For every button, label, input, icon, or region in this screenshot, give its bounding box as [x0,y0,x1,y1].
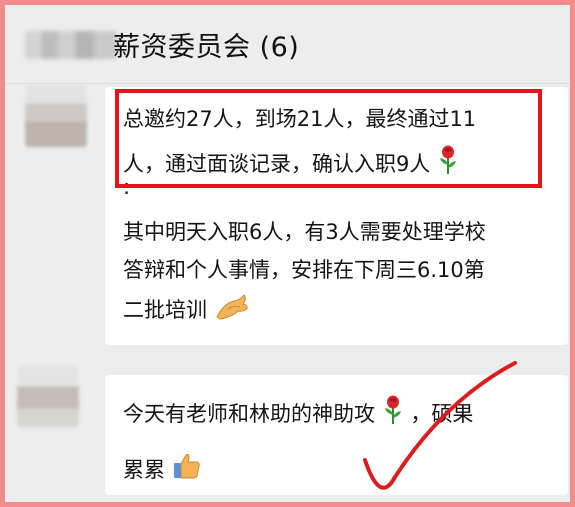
message-line: 今天有老师和林助的神助攻 ，硕果 [123,395,473,435]
message-line: 累累 [123,451,202,491]
message-text: 答辩和个人事情，安排在下周三6.10第 [123,258,485,282]
highlight-box [115,89,542,188]
blurred-title-prefix [25,31,117,59]
rose-icon [382,395,404,435]
message-text: 二批培训 [123,298,207,322]
chat-window: 薪资委员会 (6) 总邀约27人，到场21人，最终通过11 人，通过面谈记录，确… [5,5,570,502]
thumbs-up-icon [172,451,202,491]
chat-header: 薪资委员会 (6) [5,5,570,84]
message-line: 其中明天入职6人，有3人需要处理学校 [123,215,486,249]
message-text: 其中明天入职6人，有3人需要处理学校 [123,220,486,244]
avatar[interactable] [17,365,79,427]
message-line: 二批培训 [123,291,250,331]
ok-hand-icon [214,291,250,331]
message-text: 累累 [123,458,165,482]
message-text: ，硕果 [410,402,474,426]
message-line: 答辩和个人事情，安排在下周三6.10第 [123,253,485,287]
avatar[interactable] [25,85,87,147]
message-text: 今天有老师和林助的神助攻 [123,402,375,426]
group-title[interactable]: 薪资委员会 (6) [113,25,299,64]
